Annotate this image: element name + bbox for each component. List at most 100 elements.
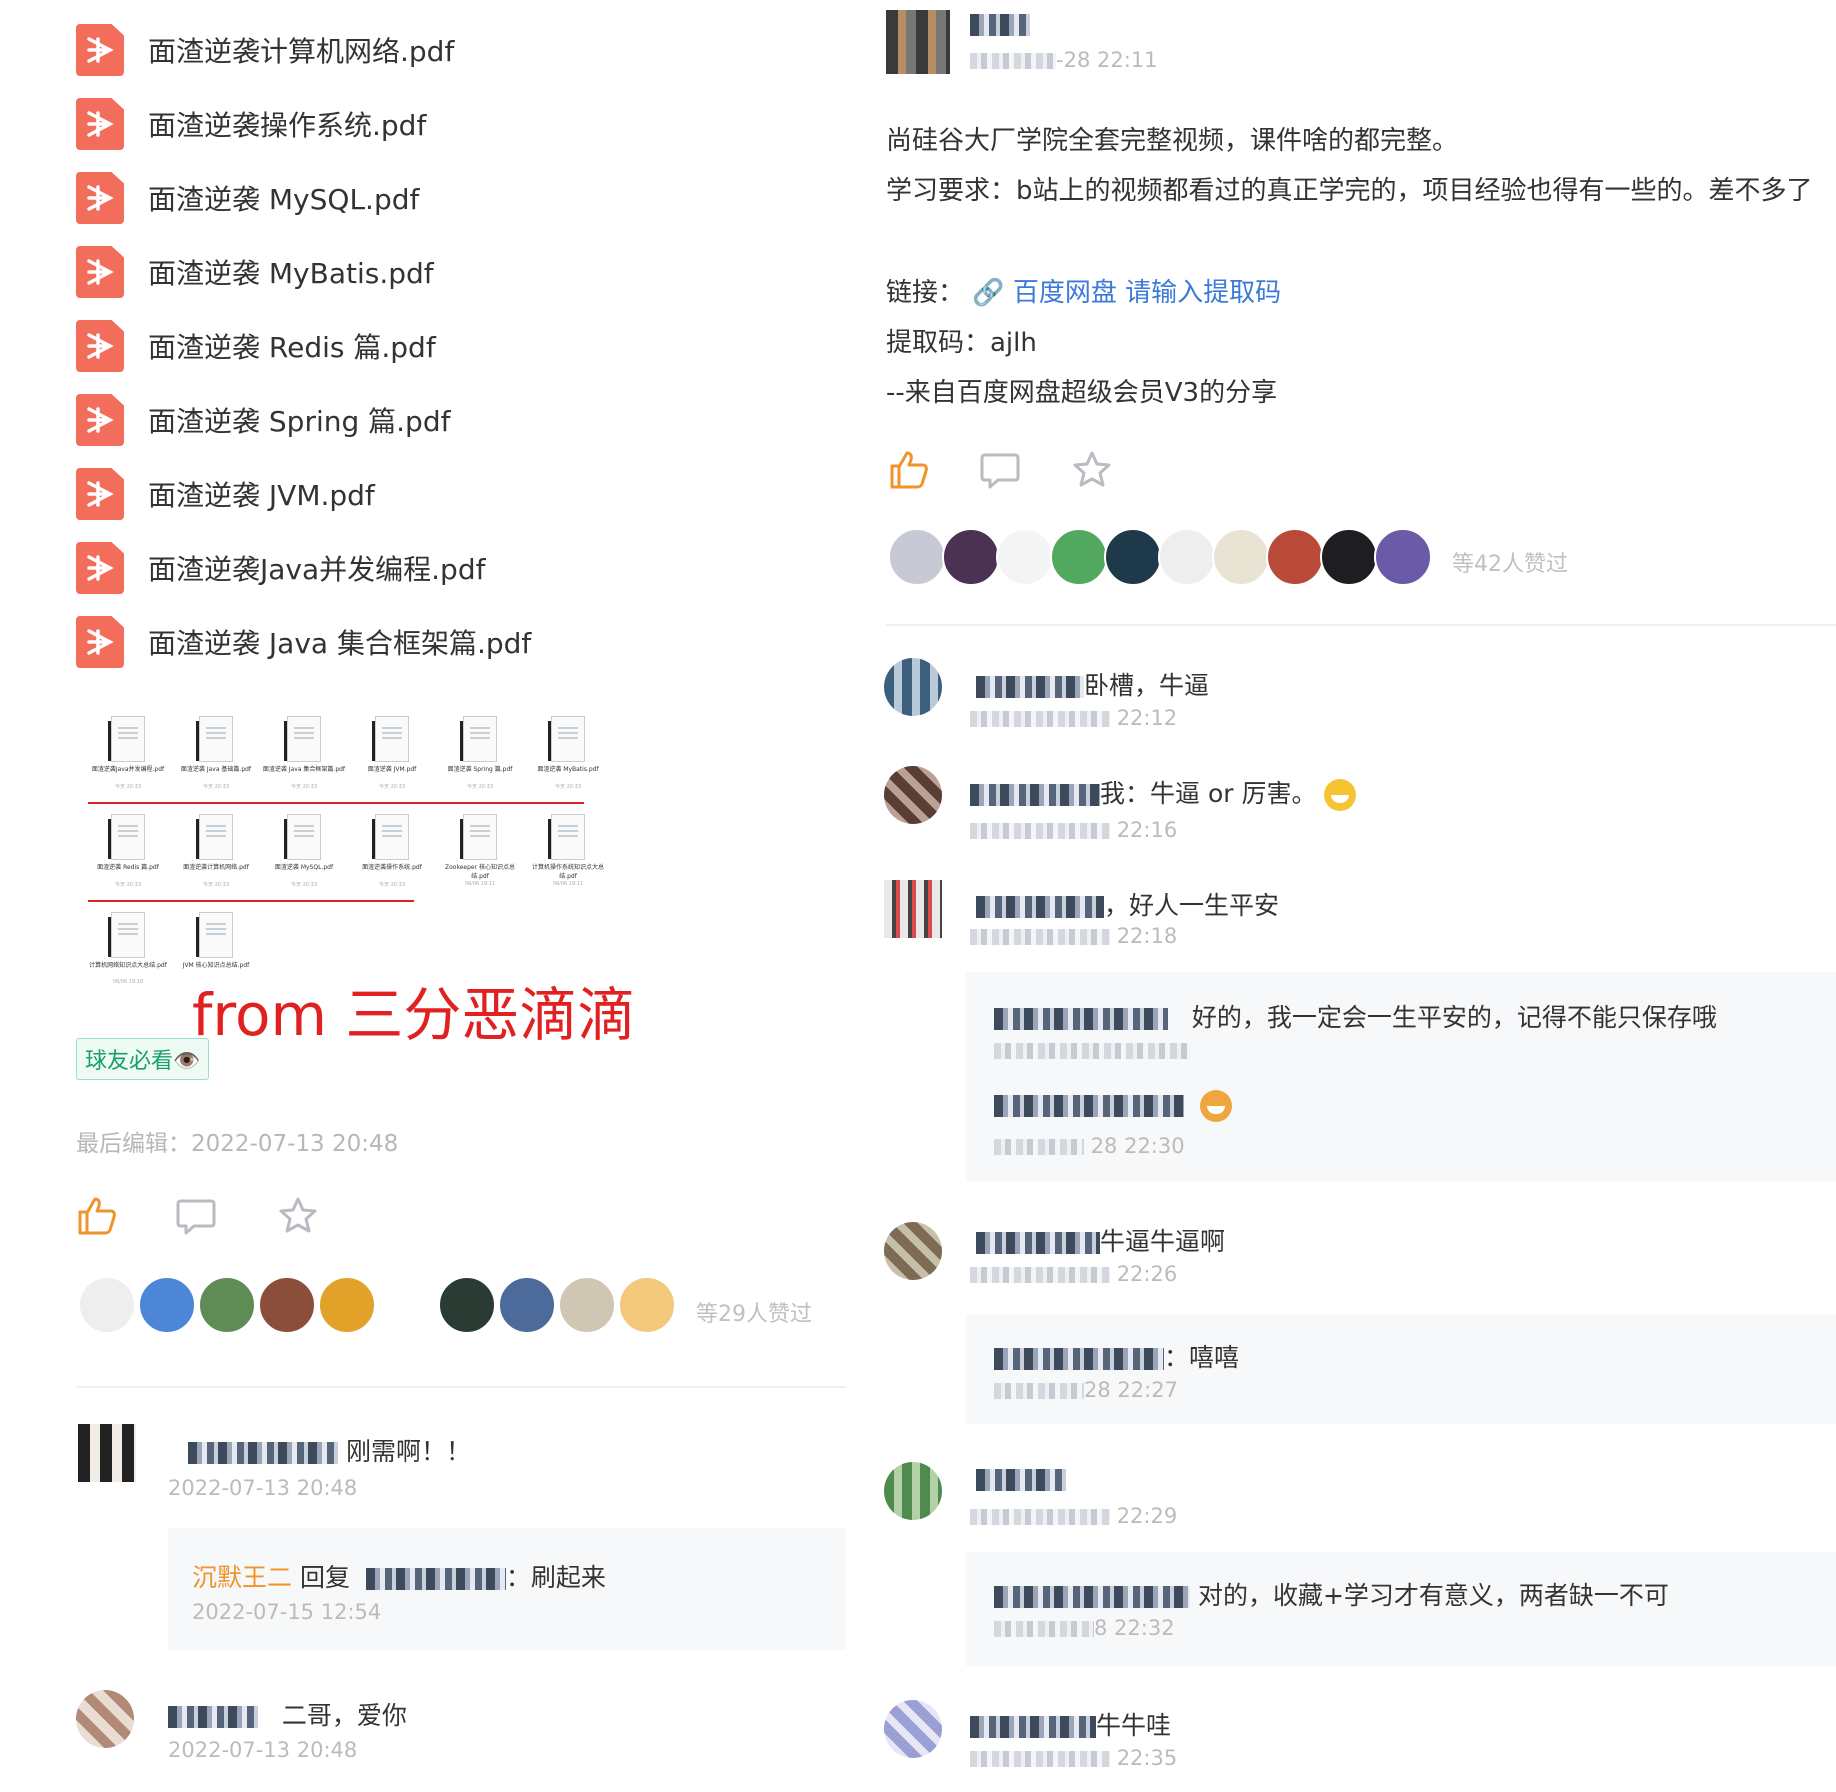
commenter-avatar[interactable]: [884, 1462, 942, 1520]
avatar[interactable]: [438, 1276, 496, 1334]
reply-time: 8 22:32: [994, 1616, 1175, 1640]
reply: 对的，收藏+学习才有意义，两者缺一不可: [994, 1576, 1669, 1612]
avatar[interactable]: [996, 528, 1054, 586]
avatar[interactable]: [258, 1276, 316, 1334]
file-name: 面渣逆袭操作系统.pdf: [148, 109, 427, 142]
like-count[interactable]: 等42人赞过: [1452, 546, 1568, 578]
comment-time: 22:12: [970, 706, 1177, 730]
file-item[interactable]: 面渣逆袭Java并发编程.pdf: [76, 542, 485, 594]
reply-time: 28 22:27: [994, 1378, 1178, 1402]
commenter-avatar[interactable]: [76, 1690, 134, 1748]
comment-time: 22:16: [970, 818, 1177, 842]
file-item[interactable]: 面渣逆袭 MyBatis.pdf: [76, 246, 434, 298]
share-source: --来自百度网盘超级会员V3的分享: [886, 378, 1278, 408]
avatar[interactable]: [198, 1276, 256, 1334]
star-icon[interactable]: [1072, 450, 1112, 488]
file-item[interactable]: 面渣逆袭计算机网络.pdf: [76, 24, 454, 76]
file-thumbnail: 面渣逆袭 JVM.pdf 今天 20:33: [350, 716, 434, 790]
avatar[interactable]: [138, 1276, 196, 1334]
divider: [76, 1386, 846, 1388]
commenter-avatar[interactable]: [884, 880, 942, 938]
commenter-avatar[interactable]: [884, 658, 942, 716]
image-watermark: from 三分恶滴滴: [192, 981, 636, 1049]
author-name[interactable]: [970, 14, 1030, 36]
commenter-avatar[interactable]: [884, 1222, 942, 1280]
comment: 二哥，爱你: [168, 1696, 407, 1732]
avatar[interactable]: [1320, 528, 1378, 586]
baidu-pan-link[interactable]: 百度网盘 请输入提取码: [1013, 278, 1281, 308]
file-item[interactable]: 面渣逆袭 MySQL.pdf: [76, 172, 419, 224]
pdf-icon: [76, 98, 124, 150]
avatar[interactable]: [1374, 528, 1432, 586]
grin-emoji-icon: [1324, 779, 1357, 811]
comment: ，好人一生平安: [976, 886, 1279, 922]
pdf-icon: [76, 542, 124, 594]
like-icon[interactable]: [76, 1196, 118, 1236]
pdf-icon: [76, 616, 124, 668]
file-thumbnail: 面渣逆袭 Java 基础篇.pdf 今天 20:33: [174, 716, 258, 790]
emoji-icon: [1199, 1090, 1232, 1122]
comment-time: 2022-07-13 20:48: [168, 1476, 358, 1500]
comment-icon[interactable]: [980, 452, 1020, 490]
reply: 好的，我一定会一生平安的，记得不能只保存哦: [994, 998, 1717, 1034]
highlight-underline: [88, 900, 414, 902]
link-line: 链接： 🔗 百度网盘 请输入提取码: [886, 272, 1281, 309]
file-name: 面渣逆袭 MySQL.pdf: [148, 183, 420, 216]
avatar[interactable]: [1266, 528, 1324, 586]
last-edited-time: 最后编辑：2022-07-13 20:48: [76, 1131, 399, 1157]
file-item[interactable]: 面渣逆袭 Java 集合框架篇.pdf: [76, 616, 531, 668]
avatar[interactable]: [378, 1276, 436, 1334]
avatar[interactable]: [1104, 528, 1162, 586]
file-thumbnail: 计算机网络知识点大总结.pdf 06/06 19:10: [86, 912, 170, 985]
file-name: 面渣逆袭 JVM.pdf: [148, 479, 375, 512]
extract-code: 提取码：ajlh: [886, 328, 1037, 358]
file-thumbnail: 计算机操作系统知识点大总结.pdf 06/06 19:11: [526, 814, 610, 887]
file-item[interactable]: 面渣逆袭操作系统.pdf: [76, 98, 426, 150]
avatar[interactable]: [318, 1276, 376, 1334]
pdf-icon: [76, 246, 124, 298]
comment-icon[interactable]: [176, 1198, 216, 1236]
avatar[interactable]: [942, 528, 1000, 586]
comment: 我：牛逼 or 厉害。: [970, 774, 1357, 811]
comment-time: 2022-07-13 20:48: [168, 1738, 358, 1762]
file-item[interactable]: 面渣逆袭 Redis 篇.pdf: [76, 320, 436, 372]
commenter-avatar[interactable]: [884, 1700, 942, 1758]
post-body-line: 学习要求：b站上的视频都看过的真正学完的，项目经验也得有一些的。差不多了: [886, 176, 1813, 206]
file-thumbnail: 面渣逆袭计算机网络.pdf 今天 20:33: [174, 814, 258, 888]
avatar[interactable]: [1050, 528, 1108, 586]
comment-time: 22:26: [970, 1262, 1177, 1286]
commenter-avatar[interactable]: [884, 766, 942, 824]
file-name: 面渣逆袭Java并发编程.pdf: [148, 553, 486, 586]
like-icon[interactable]: [888, 450, 930, 490]
author-avatar[interactable]: [886, 10, 950, 74]
comment-time: 22:35: [970, 1746, 1177, 1770]
file-thumbnail: 面渣逆袭Java并发编程.pdf 今天 20:33: [86, 716, 170, 790]
file-item[interactable]: 面渣逆袭 JVM.pdf: [76, 468, 375, 520]
link-label: 链接：: [886, 278, 965, 308]
file-thumbnail: 面渣逆袭 MySQL.pdf 今天 20:33: [262, 814, 346, 888]
avatar[interactable]: [1212, 528, 1270, 586]
avatar[interactable]: [78, 1276, 136, 1334]
comment-time: 22:29: [970, 1504, 1177, 1528]
topic-tag[interactable]: 球友必看👁️: [76, 1038, 210, 1080]
commenter-avatar[interactable]: [78, 1424, 136, 1482]
like-count[interactable]: 等29人赞过: [696, 1296, 812, 1328]
reply: ：嘻嘻: [994, 1338, 1239, 1374]
avatar[interactable]: [618, 1276, 676, 1334]
file-thumbnail: Zookeeper 核心知识点总结.pdf 06/06 19:11: [438, 814, 522, 887]
file-name: 面渣逆袭 Java 集合框架篇.pdf: [148, 627, 532, 660]
avatar[interactable]: [888, 528, 946, 586]
pdf-icon: [76, 24, 124, 76]
file-thumbnail: 面渣逆袭 MyBatis.pdf 今天 20:33: [526, 716, 610, 790]
file-thumbnail: 面渣逆袭 Redis 篇.pdf 今天 20:33: [86, 814, 170, 888]
file-name: 面渣逆袭 Redis 篇.pdf: [148, 331, 436, 364]
avatar[interactable]: [1158, 528, 1216, 586]
file-item[interactable]: 面渣逆袭 Spring 篇.pdf: [76, 394, 450, 446]
link-icon: 🔗: [972, 278, 1005, 308]
reply: 沉默王二 回复 ：刷起来: [192, 1563, 606, 1592]
file-thumbnail-screenshot: 面渣逆袭Java并发编程.pdf 今天 20:33 面渣逆袭 Java 基础篇.p…: [86, 716, 604, 1006]
avatar[interactable]: [498, 1276, 556, 1334]
star-icon[interactable]: [278, 1196, 318, 1234]
avatar[interactable]: [558, 1276, 616, 1334]
pdf-icon: [76, 172, 124, 224]
